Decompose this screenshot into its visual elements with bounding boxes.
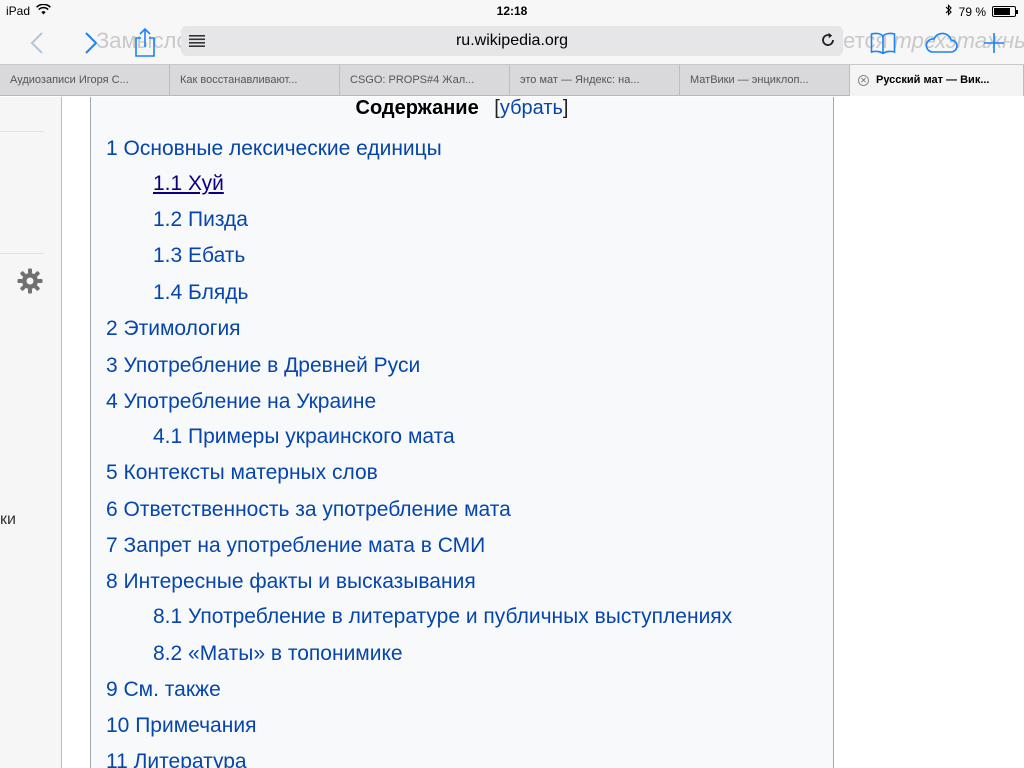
battery-percent: 79 % [958, 4, 986, 19]
tab-item[interactable]: это мат — Яндекс: на... [510, 65, 680, 96]
toc-header: Содержание [убрать] [355, 97, 569, 119]
toc-item[interactable]: 4.1 Примеры украинского мата [153, 425, 455, 449]
toc-item[interactable]: 6 Ответственность за употребление мата [106, 498, 511, 522]
gear-icon[interactable] [16, 267, 44, 300]
sidebar-divider [0, 253, 44, 254]
new-tab-icon[interactable] [980, 22, 1008, 64]
forward-icon[interactable] [76, 22, 106, 64]
toc-item[interactable]: 1.2 Пизда [153, 208, 248, 232]
tab-item-active[interactable]: ✕ Русский мат — Вик... [850, 65, 1024, 96]
tab-item[interactable]: CSGO: PROPS#4 Жал... [340, 65, 510, 96]
toc-item[interactable]: 1.1 Хуй [153, 172, 224, 196]
sidebar-divider [0, 131, 44, 132]
battery-icon [992, 6, 1018, 17]
tab-label: Русский мат — Вик... [876, 74, 990, 86]
toc-item[interactable]: 9 См. также [106, 678, 221, 702]
browser-toolbar: Замысловатая и забористая мруган называе… [0, 22, 1024, 64]
address-bar[interactable]: ru.wikipedia.org [181, 26, 843, 56]
bookmarks-icon[interactable] [868, 22, 898, 64]
sidebar: ки [0, 97, 62, 768]
tab-item[interactable]: МатВики — энциклоп... [680, 65, 850, 96]
toc-item[interactable]: 8.1 Употребление в литературе и публичны… [153, 605, 732, 629]
toc-item[interactable]: 1.4 Блядь [153, 281, 248, 305]
tab-close-icon[interactable]: ✕ [858, 75, 869, 86]
tab-item[interactable]: Как восстанавливают... [170, 65, 340, 96]
tab-bar: Аудиозаписи Игоря С... Как восстанавлива… [0, 64, 1024, 96]
status-bar: iPad 12:18 79 % [0, 0, 1024, 22]
toc-item[interactable]: 8.2 «Маты» в топонимике [153, 642, 403, 666]
toc-item[interactable]: 1.3 Ебать [153, 244, 245, 268]
bluetooth-icon [945, 4, 953, 19]
back-icon[interactable] [22, 22, 52, 64]
toc-item[interactable]: 5 Контексты матерных слов [106, 461, 378, 485]
toc-item[interactable]: 1 Основные лексические единицы [106, 137, 442, 161]
toc-item[interactable]: 11 Литература [106, 750, 247, 768]
reload-icon[interactable] [819, 31, 837, 54]
clock: 12:18 [496, 4, 528, 18]
icloud-tabs-icon[interactable] [922, 22, 960, 64]
tab-item[interactable]: Аудиозаписи Игоря С... [0, 65, 170, 96]
toc-hide-link[interactable]: убрать [500, 97, 563, 119]
sidebar-text[interactable]: ки [0, 511, 16, 529]
toc-item[interactable]: 2 Этимология [106, 317, 241, 341]
url-text: ru.wikipedia.org [455, 32, 569, 49]
toc-item[interactable]: 7 Запрет на употребление мата в СМИ [106, 534, 485, 558]
toc-item[interactable]: 10 Примечания [106, 714, 256, 738]
table-of-contents: Содержание [убрать] 1 Основные лексическ… [90, 97, 834, 768]
toc-item[interactable]: 8 Интересные факты и высказывания [106, 570, 476, 594]
toc-title: Содержание [355, 97, 479, 119]
toc-item[interactable]: 3 Употребление в Древней Руси [106, 354, 420, 378]
share-icon[interactable] [130, 22, 160, 64]
toc-item[interactable]: 4 Употребление на Украине [106, 390, 376, 414]
